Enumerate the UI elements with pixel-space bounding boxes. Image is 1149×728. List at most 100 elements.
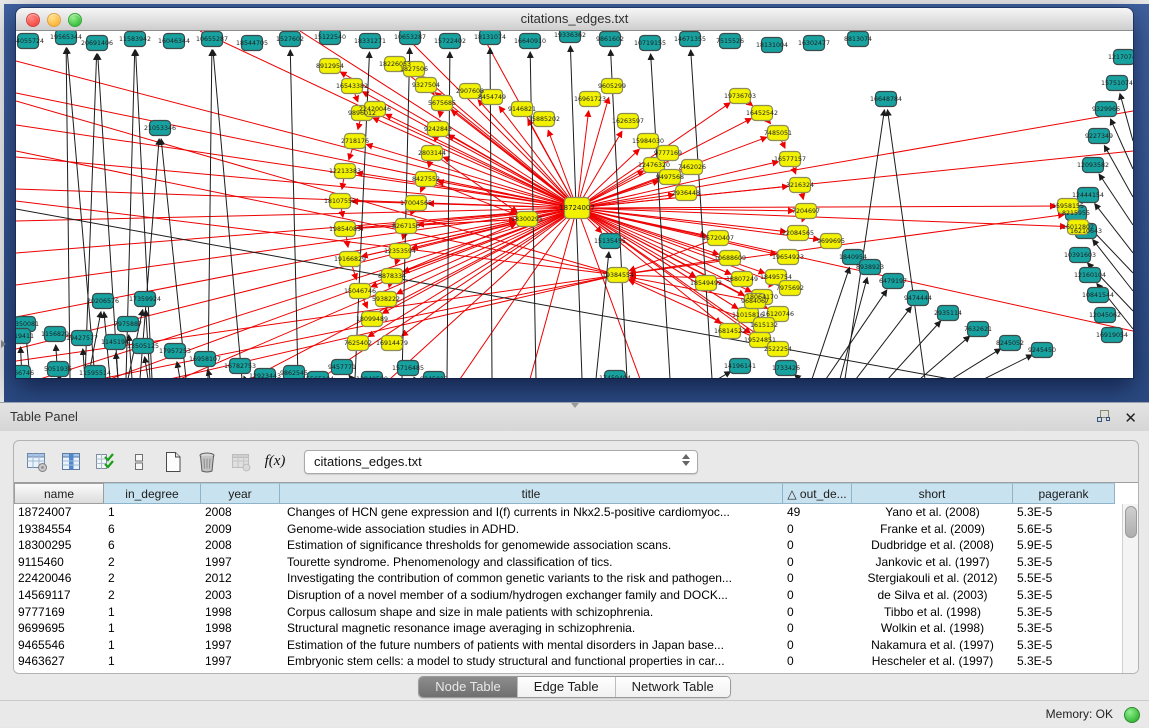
network-window-titlebar[interactable]: citations_edges.txt bbox=[16, 8, 1133, 31]
cell-title: Estimation of the future numbers of pati… bbox=[280, 637, 783, 654]
node-label: 20206576 bbox=[87, 298, 119, 305]
table-check-icon[interactable] bbox=[90, 449, 120, 475]
table-row[interactable]: 911546021997Tourette syndrome. Phenomeno… bbox=[14, 554, 1123, 571]
node-label: 5938222 bbox=[372, 296, 400, 303]
table-row[interactable]: 2242004622012Investigating the contribut… bbox=[14, 570, 1123, 587]
node-label: 9457771 bbox=[328, 364, 356, 371]
node-label: 15751074 bbox=[1101, 80, 1133, 87]
cell-pagerank: 5.5E-5 bbox=[1013, 570, 1115, 587]
node-label: 12093582 bbox=[1077, 162, 1109, 169]
cell-year: 2003 bbox=[201, 587, 280, 604]
node-label: 8427552 bbox=[412, 176, 440, 183]
node-label: 9146821 bbox=[508, 106, 536, 113]
column-header-in_degree[interactable]: in_degree bbox=[104, 483, 201, 504]
cell-title: Investigating the contribution of common… bbox=[280, 570, 783, 587]
cell-in_degree: 6 bbox=[104, 521, 201, 538]
cell-out_degree: 0 bbox=[783, 620, 852, 637]
node-label: 12160104 bbox=[1074, 272, 1106, 279]
node-label: 12476320 bbox=[638, 162, 670, 169]
table-selector-dropdown[interactable]: citations_edges.txt bbox=[304, 450, 698, 474]
node-label: 8350081 bbox=[16, 321, 39, 328]
node-label: 18099489 bbox=[356, 316, 388, 323]
node-label: 21053346 bbox=[144, 125, 176, 132]
network-canvas[interactable]: 2405572419565344206914061158394216046344… bbox=[16, 31, 1133, 378]
node-label: 16543382 bbox=[336, 83, 368, 90]
node-label: 8813074 bbox=[844, 36, 872, 43]
column-header-name[interactable]: name bbox=[14, 483, 104, 504]
rows-icon[interactable] bbox=[124, 449, 154, 475]
table-row[interactable]: 1830029562008Estimation of significance … bbox=[14, 537, 1123, 554]
tab-network-table[interactable]: Network Table bbox=[616, 677, 730, 697]
node-label: 7975692 bbox=[776, 285, 804, 292]
node-label: 8938923 bbox=[856, 264, 884, 271]
table-row[interactable]: 946362711997Embryonic stem cells: a mode… bbox=[14, 653, 1123, 670]
cell-in_degree: 1 bbox=[104, 620, 201, 637]
node-label: 2936448 bbox=[672, 190, 700, 197]
tab-node-table[interactable]: Node Table bbox=[419, 677, 518, 697]
node-label: 8245052 bbox=[996, 340, 1024, 347]
node-label: 17459404 bbox=[599, 375, 631, 378]
table-panel-header: Table Panel ✕ bbox=[0, 402, 1149, 432]
cell-pagerank: 5.3E-5 bbox=[1013, 604, 1115, 621]
attribute-table: namein_degreeyeartitle△ out_de...shortpa… bbox=[14, 482, 1138, 673]
scrollbar-thumb[interactable] bbox=[1125, 506, 1137, 538]
cell-out_degree: 0 bbox=[783, 521, 852, 538]
node-label: 16452542 bbox=[746, 110, 778, 117]
cell-name: 9115460 bbox=[14, 554, 104, 571]
splitter-handle-icon[interactable] bbox=[571, 403, 579, 408]
status-bar: Memory: OK bbox=[0, 700, 1149, 728]
network-view[interactable]: 2405572419565344206914061158394216046344… bbox=[16, 31, 1133, 378]
cell-short: Stergiakouli et al. (2012) bbox=[852, 570, 1013, 587]
node-label: 1145194 bbox=[101, 339, 129, 346]
table-row[interactable]: 1872400712008Changes of HCN gene express… bbox=[14, 504, 1123, 521]
node-label: 18300295 bbox=[511, 216, 543, 223]
node-label: 11015816 bbox=[732, 312, 764, 319]
column-header-pagerank[interactable]: pagerank bbox=[1013, 483, 1115, 504]
node-label: 18549492 bbox=[690, 280, 722, 287]
node-label: 9466746 bbox=[16, 370, 34, 377]
table-row[interactable]: 1938455462009Genome-wide association stu… bbox=[14, 521, 1123, 538]
column-header-short[interactable]: short bbox=[852, 483, 1013, 504]
cell-pagerank: 5.3E-5 bbox=[1013, 504, 1115, 521]
import-table-icon[interactable] bbox=[226, 449, 256, 475]
new-document-icon[interactable] bbox=[158, 449, 188, 475]
node-label: 22084565 bbox=[782, 230, 814, 237]
node-label: 16782753 bbox=[224, 363, 256, 370]
delete-icon[interactable] bbox=[192, 449, 222, 475]
node-label: 6479197 bbox=[879, 278, 907, 285]
table-vertical-scrollbar[interactable] bbox=[1122, 504, 1138, 673]
cell-title: Structural magnetic resonance image aver… bbox=[280, 620, 783, 637]
column-header-year[interactable]: year bbox=[201, 483, 280, 504]
table-row[interactable]: 969969511998Structural magnetic resonanc… bbox=[14, 620, 1123, 637]
node-label: 1840954 bbox=[839, 254, 867, 261]
cell-title: Genome-wide association studies in ADHD. bbox=[280, 521, 783, 538]
function-icon[interactable]: f(x) bbox=[260, 449, 290, 475]
node-label: 18107552 bbox=[324, 198, 356, 205]
table-row[interactable]: 946554611997Estimation of the future num… bbox=[14, 637, 1123, 654]
node-label: 18331271 bbox=[354, 38, 386, 45]
table-row[interactable]: 1456911722003Disruption of a novel membe… bbox=[14, 587, 1123, 604]
cell-out_degree: 0 bbox=[783, 587, 852, 604]
node-label: 19654923 bbox=[772, 254, 804, 261]
node-label: 7975887 bbox=[114, 321, 142, 328]
node-label: 16046344 bbox=[158, 38, 190, 45]
node-label: 15984030 bbox=[632, 138, 664, 145]
node-label: 7204697 bbox=[792, 208, 820, 215]
column-header-out_degree[interactable]: △ out_de... bbox=[783, 483, 852, 504]
cell-out_degree: 0 bbox=[783, 653, 852, 670]
node-label: 9242843 bbox=[424, 126, 452, 133]
tab-edge-table[interactable]: Edge Table bbox=[518, 677, 616, 697]
node-label: 16120746 bbox=[762, 311, 794, 318]
column-header-title[interactable]: title bbox=[280, 483, 783, 504]
node-label: 5051935 bbox=[44, 366, 72, 373]
node-label: 9861602 bbox=[596, 36, 624, 43]
float-panel-icon[interactable] bbox=[1096, 409, 1111, 428]
node-label: 19565344 bbox=[50, 34, 82, 41]
panel-collapse-grip[interactable] bbox=[1, 340, 6, 348]
close-panel-icon[interactable]: ✕ bbox=[1124, 411, 1137, 427]
table-column-icon[interactable] bbox=[56, 449, 86, 475]
cell-short: de Silva et al. (2003) bbox=[852, 587, 1013, 604]
cell-year: 1997 bbox=[201, 637, 280, 654]
table-settings-icon[interactable] bbox=[22, 449, 52, 475]
table-row[interactable]: 977716911998Corpus callosum shape and si… bbox=[14, 604, 1123, 621]
